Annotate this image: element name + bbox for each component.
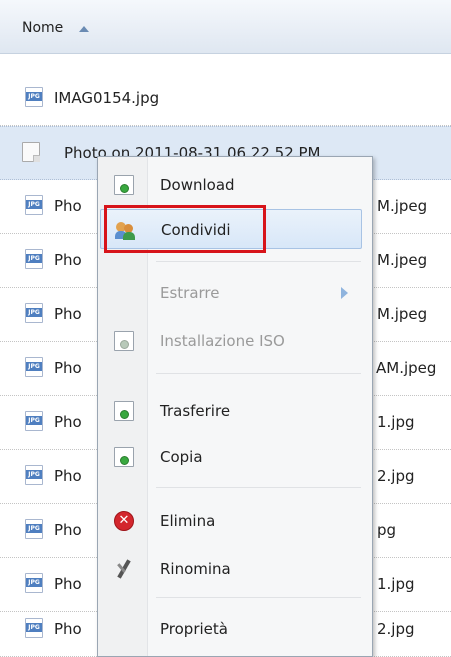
menu-item-download[interactable]: Download [100,165,362,205]
menu-separator [156,487,361,488]
jpg-file-icon: JPG [25,249,43,269]
install-iso-icon [114,331,134,351]
menu-item-elimina[interactable]: ✕ Elimina [100,501,362,541]
highlight-annotation-box [104,205,266,253]
menu-item-estrarre[interactable]: Estrarre [100,273,362,313]
jpg-file-icon: JPG [25,465,43,485]
transfer-icon [114,401,134,421]
menu-item-installazione-iso[interactable]: Installazione ISO [100,321,362,361]
file-name-tail: 2.jpg [377,467,415,485]
jpg-file-icon: JPG [25,573,43,593]
jpg-file-icon: JPG [25,411,43,431]
menu-separator [156,597,361,598]
sort-ascending-icon[interactable] [79,26,89,32]
file-name-tail: AM.jpeg [376,359,437,377]
file-name: Pho [54,197,82,215]
file-name: Pho [54,620,82,638]
jpg-file-icon: JPG [25,618,43,638]
generic-file-icon [22,142,40,162]
jpg-file-icon: JPG [25,519,43,539]
jpg-file-icon: JPG [25,87,43,107]
jpg-file-icon: JPG [25,195,43,215]
file-row[interactable]: JPG IMAG0154.jpg [0,72,451,126]
menu-item-copia[interactable]: Copia [100,437,362,477]
menu-item-trasferire[interactable]: Trasferire [100,391,362,431]
file-name-tail: M.jpeg [377,251,428,269]
file-name-tail: 2.jpg [377,620,415,638]
column-header-name[interactable]: Nome [0,0,451,54]
menu-item-rinomina[interactable]: Rinomina [100,549,362,589]
file-name-tail: M.jpeg [377,305,428,323]
file-name-tail: 1.jpg [377,575,415,593]
menu-item-proprieta[interactable]: Proprietà [100,609,362,649]
delete-icon: ✕ [114,511,134,531]
file-name: Pho [54,305,82,323]
file-name: Pho [54,521,82,539]
file-name: Pho [54,467,82,485]
rename-icon [114,559,134,579]
submenu-arrow-icon [341,287,348,299]
file-name-tail: pg [377,521,397,539]
file-name: IMAG0154.jpg [54,89,160,107]
file-name-tail: 1.jpg [377,413,415,431]
jpg-file-icon: JPG [25,303,43,323]
file-name: Pho [54,575,82,593]
column-header-label: Nome [22,20,64,36]
file-name: Pho [54,359,82,377]
download-icon [114,175,134,195]
file-name-tail: M.jpeg [377,197,428,215]
menu-separator [156,261,361,262]
file-name: Pho [54,251,82,269]
file-name: Pho [54,413,82,431]
copy-icon [114,447,134,467]
jpg-file-icon: JPG [25,357,43,377]
menu-separator [156,373,361,374]
